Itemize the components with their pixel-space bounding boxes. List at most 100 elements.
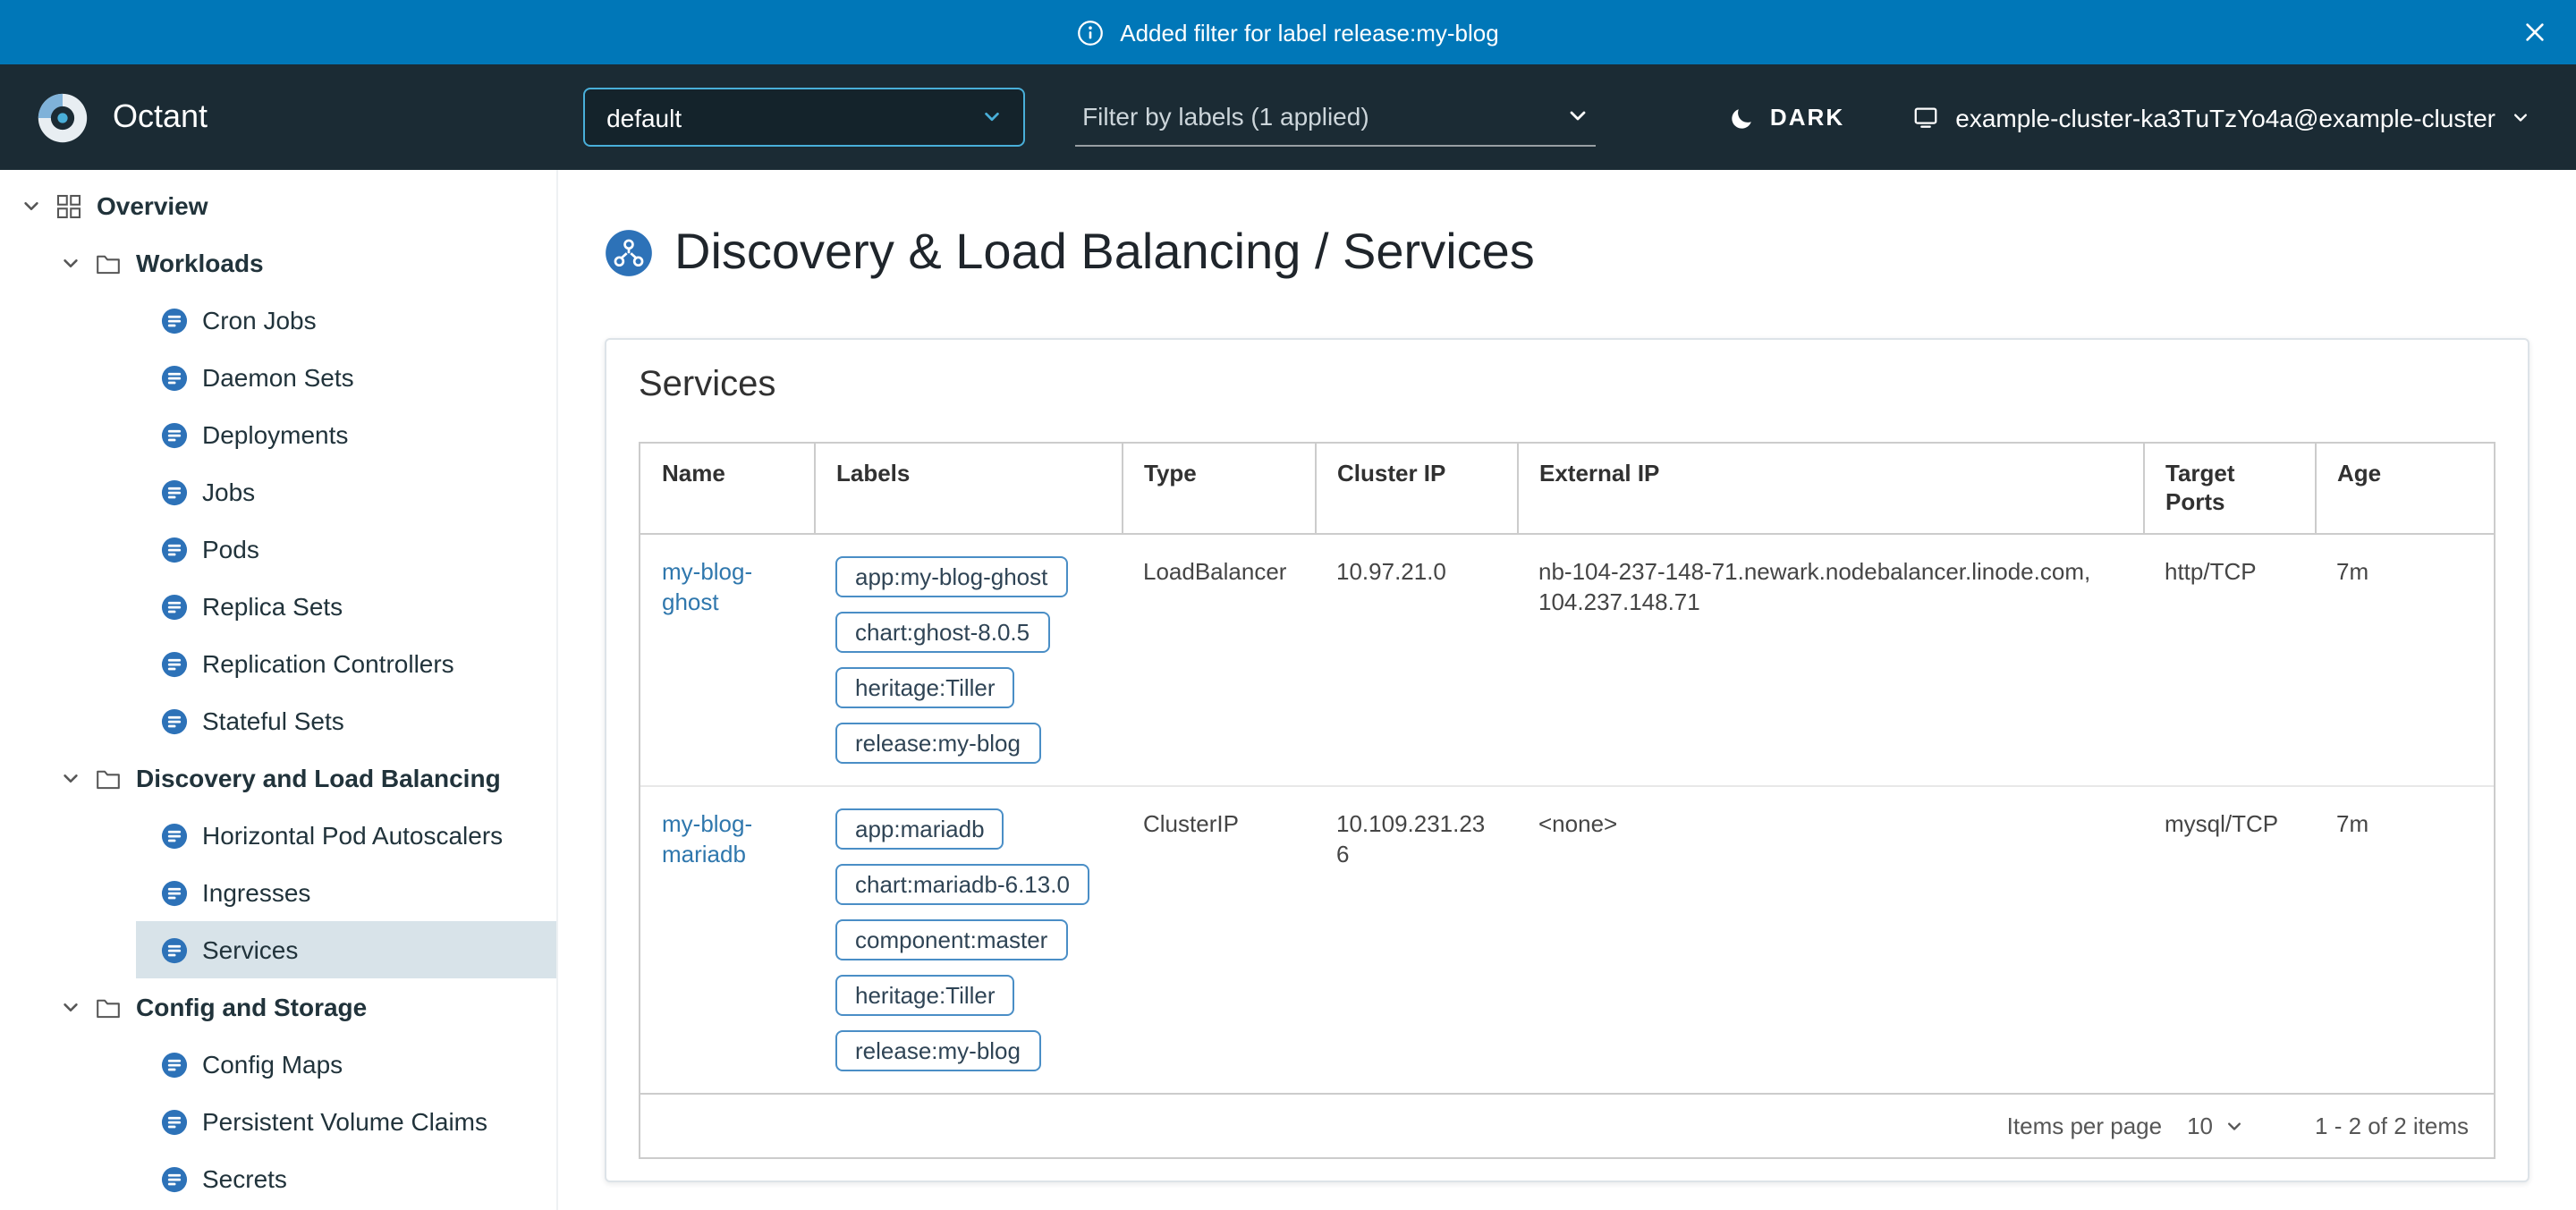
page-title-text: Discovery & Load Balancing / Services (674, 224, 1535, 281)
sidebar-item-jobs[interactable]: Jobs (0, 463, 556, 520)
namespace-select[interactable]: default (583, 88, 1025, 147)
overview-icon (55, 192, 82, 219)
jobs-icon (161, 478, 188, 505)
sidebar-item-horizontal-pod-autoscalers[interactable]: Horizontal Pod Autoscalers (0, 807, 556, 864)
label-filter-select[interactable]: Filter by labels (1 applied) (1075, 88, 1596, 147)
datagrid-footer: Items per page 10 1 - 2 of 2 items (640, 1093, 2494, 1157)
items-per-page-select[interactable]: 10 (2187, 1113, 2243, 1139)
chevron-down-icon[interactable] (61, 768, 80, 788)
octant-app: Added filter for label release:my-blog O… (0, 0, 2576, 1210)
service-link[interactable]: my-blog-mariadb (662, 810, 752, 867)
column-header-labels[interactable]: Labels (814, 444, 1122, 534)
sidebar-item-content: Services (136, 921, 556, 978)
folder-icon (95, 994, 122, 1020)
label-tag[interactable]: chart:ghost-8.0.5 (835, 612, 1049, 653)
deployments-icon (161, 421, 188, 448)
column-header-age[interactable]: Age (2315, 444, 2494, 534)
sidebar-item-deployments[interactable]: Deployments (0, 406, 556, 463)
label-tag[interactable]: component:master (835, 919, 1067, 960)
config-maps-icon (161, 1051, 188, 1078)
app-header: Octant default Filter by labels (1 appli… (0, 64, 2576, 170)
folder-icon (95, 765, 122, 791)
services-datagrid: NameLabelsTypeCluster IPExternal IPTarge… (639, 442, 2496, 1159)
column-header-name[interactable]: Name (640, 444, 814, 534)
sidebar-item-content: Discovery and Load Balancing (0, 749, 556, 807)
sidebar-nav: Overview Workloads Cron Jobs Daemon Sets Dep… (0, 170, 558, 1210)
sidebar-item-content: Daemon Sets (136, 349, 556, 406)
moon-icon (1731, 105, 1756, 130)
sidebar-item-replication-controllers[interactable]: Replication Controllers (0, 635, 556, 692)
sidebar-item-label: Config and Storage (136, 993, 367, 1021)
chevron-down-icon[interactable] (21, 196, 41, 216)
chevron-down-icon (2225, 1117, 2243, 1135)
page-title: Discovery & Load Balancing / Services (605, 224, 2529, 281)
name-cell: my-blog-mariadb (640, 786, 814, 1093)
sidebar-item-label: Daemon Sets (202, 363, 354, 392)
sidebar-item-content: Pods (136, 520, 556, 578)
sidebar-item-config-maps[interactable]: Config Maps (0, 1036, 556, 1093)
sidebar-item-label: Jobs (202, 478, 255, 506)
column-header-external-ip[interactable]: External IP (1517, 444, 2143, 534)
label-list: app:my-blog-ghost chart:ghost-8.0.5 herita… (835, 556, 1100, 764)
sidebar-item-workloads[interactable]: Workloads (0, 234, 556, 292)
sidebar-item-stateful-sets[interactable]: Stateful Sets (0, 692, 556, 749)
label-filter-text: Filter by labels (1 applied) (1082, 102, 1369, 131)
target-ports-cell: mysql/TCP (2143, 786, 2315, 1093)
column-header-target-ports[interactable]: Target Ports (2143, 444, 2315, 534)
chevron-down-icon (982, 107, 1002, 127)
sidebar-item-content: Ingresses (136, 864, 556, 921)
screenshot-stage: Added filter for label release:my-blog O… (0, 0, 2576, 1210)
table-row: my-blog-ghost app:my-blog-ghost chart:ghos… (640, 534, 2494, 786)
type-cell: LoadBalancer (1122, 534, 1315, 786)
cluster-selector[interactable]: example-cluster-ka3TuTzYo4a@example-clus… (1912, 103, 2529, 131)
sidebar-item-content: Deployments (136, 406, 556, 463)
sidebar-item-label: Overview (97, 191, 208, 220)
label-tag[interactable]: chart:mariadb-6.13.0 (835, 864, 1089, 905)
sidebar-item-services[interactable]: Services (0, 921, 556, 978)
cluster-ip-cell: 10.109.231.236 (1315, 786, 1517, 1093)
stateful-sets-icon (161, 707, 188, 734)
sidebar-item-secrets[interactable]: Secrets (0, 1150, 556, 1207)
chevron-down-icon[interactable] (61, 253, 80, 273)
sidebar-item-label: Replication Controllers (202, 649, 454, 678)
daemon-sets-icon (161, 364, 188, 391)
label-tag[interactable]: app:mariadb (835, 808, 1004, 850)
sidebar-item-overview[interactable]: Overview (0, 177, 556, 234)
label-tag[interactable]: release:my-blog (835, 723, 1040, 764)
table-row: my-blog-mariadb app:mariadb chart:mariadb-… (640, 786, 2494, 1093)
label-tag[interactable]: heritage:Tiller (835, 667, 1015, 708)
column-header-type[interactable]: Type (1122, 444, 1315, 534)
label-tag[interactable]: release:my-blog (835, 1030, 1040, 1071)
column-header-cluster-ip[interactable]: Cluster IP (1315, 444, 1517, 534)
sidebar-item-content: Cron Jobs (136, 292, 556, 349)
chevron-down-icon[interactable] (61, 997, 80, 1017)
sidebar-item-discovery-and-load-balancing[interactable]: Discovery and Load Balancing (0, 749, 556, 807)
sidebar-item-content: Secrets (136, 1150, 556, 1207)
sidebar-item-label: Workloads (136, 249, 264, 277)
sidebar-item-content: Jobs (136, 463, 556, 520)
close-icon[interactable] (2522, 20, 2547, 45)
app-alert-bar: Added filter for label release:my-blog (0, 0, 2576, 64)
label-tag[interactable]: heritage:Tiller (835, 975, 1015, 1016)
sidebar-item-ingresses[interactable]: Ingresses (0, 864, 556, 921)
age-cell: 7m (2315, 786, 2494, 1093)
label-tag[interactable]: app:my-blog-ghost (835, 556, 1067, 597)
sidebar-item-replica-sets[interactable]: Replica Sets (0, 578, 556, 635)
octant-logo (36, 90, 89, 144)
external-ip-cell: nb-104-237-148-71.newark.nodebalancer.li… (1517, 534, 2143, 786)
card-title: Services (639, 365, 2496, 406)
items-per-page-value: 10 (2187, 1113, 2213, 1139)
sidebar-item-daemon-sets[interactable]: Daemon Sets (0, 349, 556, 406)
sidebar-item-config-and-storage[interactable]: Config and Storage (0, 978, 556, 1036)
sidebar-item-persistent-volume-claims[interactable]: Persistent Volume Claims (0, 1093, 556, 1150)
sidebar-item-pods[interactable]: Pods (0, 520, 556, 578)
services-page-icon (605, 228, 653, 276)
cron-jobs-icon (161, 307, 188, 334)
type-cell: ClusterIP (1122, 786, 1315, 1093)
service-link[interactable]: my-blog-ghost (662, 558, 752, 615)
theme-toggle-button[interactable]: DARK (1731, 104, 1844, 131)
theme-toggle-label: DARK (1770, 104, 1844, 131)
name-cell: my-blog-ghost (640, 534, 814, 786)
sidebar-item-cron-jobs[interactable]: Cron Jobs (0, 292, 556, 349)
sidebar-item-label: Stateful Sets (202, 707, 344, 735)
